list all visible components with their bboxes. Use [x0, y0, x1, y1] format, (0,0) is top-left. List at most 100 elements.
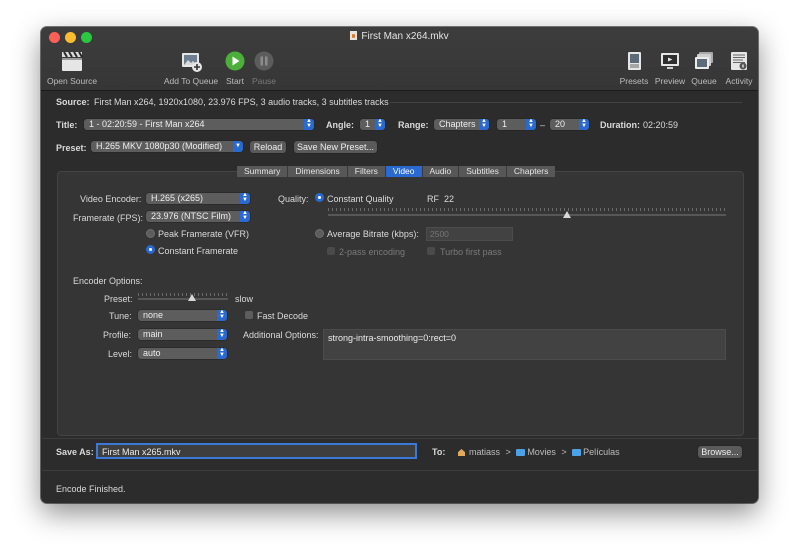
- chevron-updown-icon: ▲ ▼: [579, 119, 589, 130]
- presets-button[interactable]: Presets: [616, 49, 652, 86]
- fast-decode-checkbox[interactable]: [245, 311, 253, 319]
- preview-button[interactable]: Preview: [650, 49, 690, 86]
- home-icon: [458, 449, 465, 456]
- two-pass-checkbox[interactable]: [327, 247, 335, 255]
- title-label: Title:: [56, 120, 78, 130]
- status-text: Encode Finished.: [56, 484, 126, 494]
- chevron-updown-icon: ▲ ▼: [479, 119, 489, 130]
- preset-label: Preset:: [56, 143, 87, 153]
- average-bitrate-label: Average Bitrate (kbps):: [327, 229, 419, 239]
- encoder-preset-slider[interactable]: [138, 298, 228, 300]
- average-bitrate-radio[interactable]: [315, 229, 324, 238]
- pause-icon: [254, 51, 274, 71]
- constant-framerate-radio[interactable]: [146, 245, 155, 254]
- encoder-preset-ticks: [138, 293, 228, 296]
- constant-framerate-label: Constant Framerate: [158, 246, 239, 256]
- tab-audio[interactable]: Audio: [422, 166, 460, 177]
- angle-label: Angle:: [326, 120, 354, 130]
- presets-icon: [628, 52, 641, 70]
- reload-button[interactable]: Reload: [250, 141, 286, 153]
- source-info: First Man x264, 1920x1080, 23.976 FPS, 3…: [94, 97, 389, 107]
- add-photo-icon: [182, 53, 202, 72]
- quality-slider[interactable]: [328, 214, 726, 216]
- save-new-preset-button[interactable]: Save New Preset...: [294, 141, 377, 153]
- save-as-label: Save As:: [56, 447, 94, 457]
- folder-icon: [516, 449, 526, 456]
- framerate-label: Framerate (FPS):: [73, 213, 144, 223]
- chevron-updown-icon: ▲ ▼: [217, 348, 227, 359]
- destination-path[interactable]: matiass > Movies > Películas: [458, 447, 620, 457]
- profile-label: Profile:: [103, 330, 132, 340]
- video-encoder-select[interactable]: H.265 (x265) ▲ ▼: [146, 193, 250, 204]
- to-label: To:: [432, 447, 446, 457]
- activity-button[interactable]: Activity: [720, 49, 758, 86]
- peak-framerate-radio[interactable]: [146, 229, 155, 238]
- rf-value: 22: [444, 194, 455, 204]
- quality-slider-thumb[interactable]: [562, 211, 571, 218]
- path-segment: Películas: [583, 447, 620, 457]
- status-divider: [42, 470, 757, 471]
- chevron-updown-icon: ▲ ▼: [375, 119, 385, 130]
- fast-decode-label: Fast Decode: [257, 311, 309, 321]
- quality-slider-ticks: [328, 208, 726, 211]
- tab-chapters[interactable]: Chapters: [506, 166, 556, 177]
- tune-select[interactable]: none ▲ ▼: [138, 310, 227, 321]
- path-separator: >: [505, 447, 511, 457]
- tab-filters[interactable]: Filters: [347, 166, 386, 177]
- tab-video[interactable]: Video: [385, 166, 423, 177]
- encoder-options-heading: Encoder Options:: [73, 276, 143, 286]
- peak-framerate-label: Peak Framerate (VFR): [158, 229, 250, 239]
- queue-button[interactable]: Queue: [686, 49, 722, 86]
- preset-select[interactable]: H.265 MKV 1080p30 (Modified) ▼: [91, 141, 243, 152]
- video-encoder-label: Video Encoder:: [80, 194, 142, 204]
- additional-options-field[interactable]: strong-intra-smoothing=0:rect=0: [323, 329, 726, 360]
- source-label: Source:: [56, 97, 90, 107]
- constant-quality-radio[interactable]: [315, 193, 324, 202]
- monitor-icon: [661, 53, 679, 69]
- pause-button[interactable]: Pause: [248, 49, 280, 86]
- encoder-preset-label: Preset:: [104, 294, 133, 304]
- level-select[interactable]: auto ▲ ▼: [138, 348, 227, 359]
- range-label: Range:: [398, 120, 429, 130]
- angle-select[interactable]: 1 ▲ ▼: [360, 119, 385, 130]
- tab-dimensions[interactable]: Dimensions: [288, 166, 348, 177]
- queue-icon: [695, 52, 713, 69]
- turbo-first-pass-label: Turbo first pass: [440, 247, 502, 257]
- settings-tabs: Summary Dimensions Filters Video Audio S…: [237, 166, 556, 177]
- open-source-button[interactable]: Open Source: [43, 49, 101, 86]
- range-end-select[interactable]: 20 ▲ ▼: [550, 119, 589, 130]
- chevron-updown-icon: ▲ ▼: [304, 119, 314, 130]
- play-icon: [225, 51, 245, 71]
- range-start-select[interactable]: 1 ▲ ▼: [497, 119, 536, 130]
- folder-icon: [572, 449, 582, 456]
- constant-quality-label: Constant Quality: [327, 194, 394, 204]
- start-button[interactable]: Start: [220, 49, 250, 86]
- turbo-first-pass-checkbox[interactable]: [427, 247, 435, 255]
- chevron-down-icon: ▼: [233, 141, 243, 152]
- path-separator: >: [561, 447, 567, 457]
- title-select[interactable]: 1 - 02:20:59 - First Man x264 ▲ ▼: [84, 119, 314, 130]
- chevron-updown-icon: ▲ ▼: [217, 310, 227, 321]
- duration-label: Duration:: [600, 120, 640, 130]
- chevron-updown-icon: ▲ ▼: [217, 329, 227, 340]
- tab-subtitles[interactable]: Subtitles: [459, 166, 507, 177]
- additional-options-label: Additional Options:: [243, 330, 319, 340]
- clapperboard-icon: [62, 51, 83, 71]
- encoder-preset-value: slow: [235, 294, 254, 304]
- duration-value: 02:20:59: [643, 120, 679, 130]
- bitrate-input[interactable]: [426, 227, 513, 241]
- title-toolbar: First Man x264.mkv Open Source Add To Qu…: [41, 27, 758, 91]
- profile-select[interactable]: main ▲ ▼: [138, 329, 227, 340]
- framerate-select[interactable]: 23.976 (NTSC Film) ▲ ▼: [146, 211, 250, 222]
- save-as-input[interactable]: First Man x265.mkv: [96, 443, 417, 459]
- level-label: Level:: [108, 349, 133, 359]
- encoder-preset-slider-thumb[interactable]: [188, 294, 196, 301]
- range-type-select[interactable]: Chapters ▲ ▼: [434, 119, 489, 130]
- tab-summary[interactable]: Summary: [237, 166, 289, 177]
- save-divider: [42, 438, 757, 439]
- add-to-queue-button[interactable]: Add To Queue: [161, 49, 221, 86]
- browse-button[interactable]: Browse...: [698, 446, 742, 458]
- source-divider: [390, 102, 742, 103]
- range-dash: –: [540, 120, 546, 130]
- chevron-updown-icon: ▲ ▼: [526, 119, 536, 130]
